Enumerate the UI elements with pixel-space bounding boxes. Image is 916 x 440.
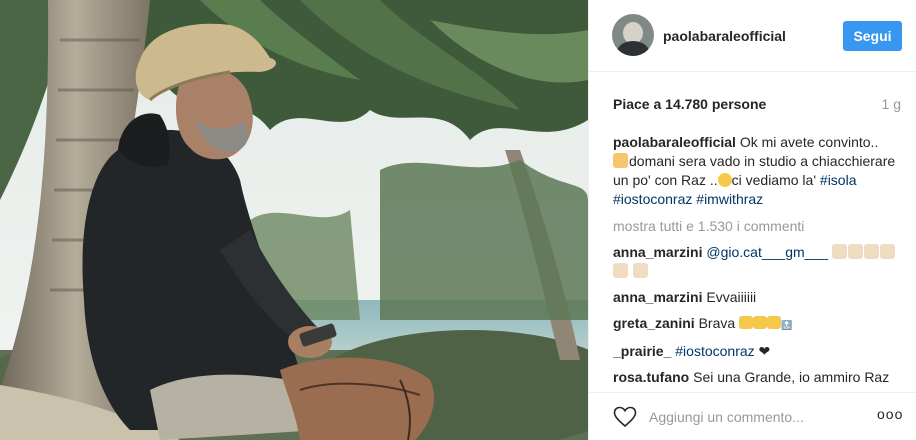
photo-image	[0, 0, 588, 440]
list-item: anna_marzini Evvaiiiiii	[613, 288, 905, 307]
comment-text: Evvaiiiiii	[706, 289, 757, 305]
comment-hashtag[interactable]: #iostoconraz	[675, 343, 754, 359]
comment-username[interactable]: greta_zanini	[613, 315, 695, 331]
top-icon: 🔝	[781, 320, 793, 330]
profile-avatar[interactable]	[612, 14, 654, 56]
thumbs-up-icon	[863, 244, 879, 259]
comment-username[interactable]: anna_marzini	[613, 289, 702, 305]
caption-text-1: Ok mi avete convinto..	[739, 134, 879, 150]
list-item: _prairie_ #iostoconraz ❤	[613, 342, 905, 361]
list-item: greta_zanini Brava 🔝	[613, 314, 905, 335]
thumbs-up-icon	[613, 263, 628, 278]
comment-text: Brava	[698, 315, 736, 331]
show-all-comments-link[interactable]: mostra tutti e 1.530 i commenti	[613, 217, 905, 236]
list-item: rosa.tufano Sei una Grande, io ammiro Ra…	[613, 368, 905, 385]
clap-icon	[767, 316, 782, 329]
post-header: paolabaraleofficial Segui	[589, 0, 916, 72]
caption-text-3: ci vediamo la'	[731, 172, 817, 188]
caption: paolabaraleofficial Ok mi avete convinto…	[613, 133, 905, 209]
hashtag-iostoconraz[interactable]: #iostoconraz	[613, 191, 692, 207]
thumbs-up-icon	[831, 244, 847, 259]
thumbs-up-icon	[847, 244, 863, 259]
comment-username[interactable]: _prairie_	[613, 343, 671, 359]
ellipsis-icon[interactable]: ooo	[877, 406, 905, 426]
post-panel: paolabaraleofficial Segui Piace a 14.780…	[588, 0, 916, 440]
username-link[interactable]: paolabaraleofficial	[663, 28, 786, 44]
comment-mention[interactable]: @gio.cat___gm___	[706, 244, 828, 260]
post-age[interactable]: 1 g	[882, 96, 901, 112]
clap-icon	[753, 316, 768, 329]
comment-input[interactable]	[649, 405, 854, 429]
smile-icon	[717, 173, 732, 187]
comment-bar: ooo	[589, 392, 916, 440]
thumbs-up-icon	[613, 153, 628, 168]
hashtag-isola[interactable]: #isola	[820, 172, 857, 188]
heart-emoji-icon: ❤	[758, 343, 771, 359]
list-item: anna_marzini @gio.cat___gm___	[613, 243, 905, 281]
comment-username[interactable]: rosa.tufano	[613, 369, 689, 385]
avatar-body	[617, 41, 649, 56]
thumbs-up-icon	[879, 244, 895, 259]
post-photo[interactable]	[0, 0, 588, 440]
follow-button[interactable]: Segui	[843, 21, 902, 51]
thumbs-up-icon	[632, 263, 648, 278]
caption-username[interactable]: paolabaraleofficial	[613, 134, 736, 150]
comment-username[interactable]: anna_marzini	[613, 244, 702, 260]
likes-count[interactable]: Piace a 14.780 persone	[613, 96, 766, 112]
heart-outline-icon[interactable]	[613, 406, 637, 428]
hashtag-imwithraz[interactable]: #imwithraz	[696, 191, 763, 207]
comments-list: paolabaraleofficial Ok mi avete convinto…	[613, 133, 905, 385]
clap-icon	[739, 316, 754, 329]
